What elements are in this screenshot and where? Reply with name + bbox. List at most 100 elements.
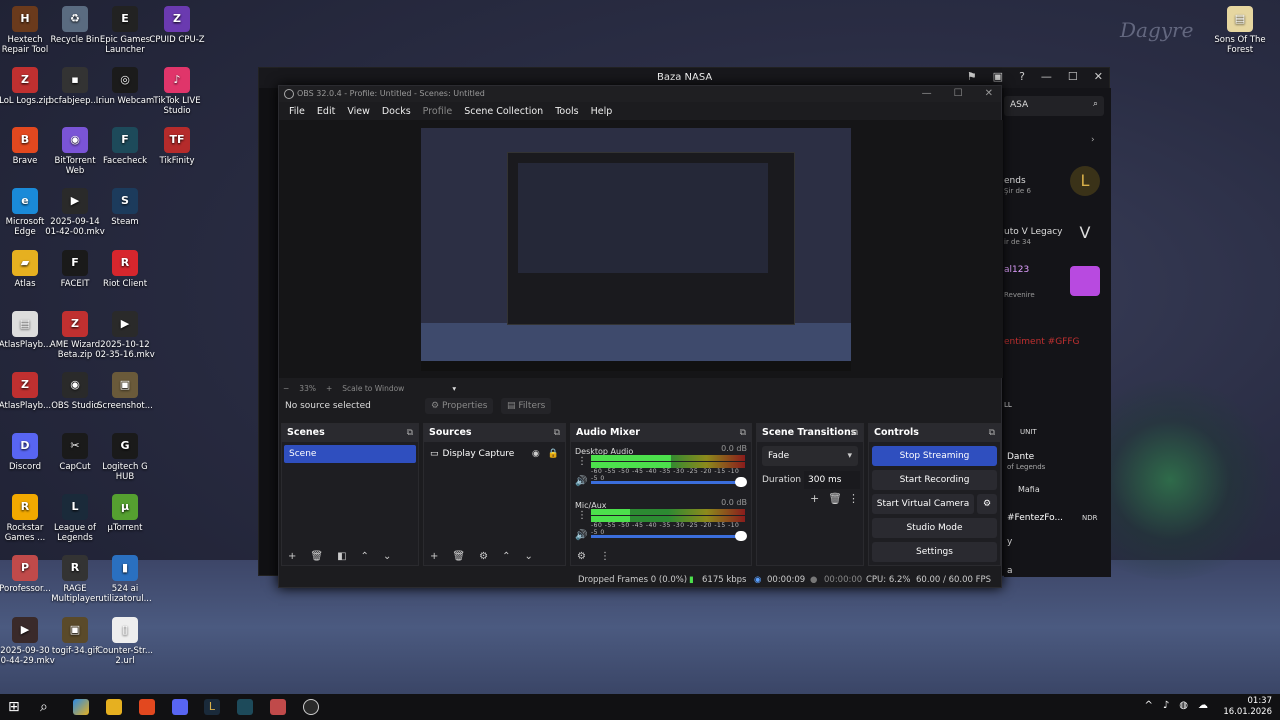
eye-icon[interactable]: ◉ [532,445,540,463]
desktop-icon[interactable]: Z CPUID CPU-Z [147,6,207,45]
chevron-down-icon[interactable]: ⌄ [383,551,391,562]
gear-icon[interactable]: ⚙ [479,551,488,562]
preview-canvas[interactable] [421,128,851,371]
menu-tools[interactable]: Tools [549,106,584,117]
menu-docks[interactable]: Docks [376,106,417,117]
scale-to-window-label[interactable]: Scale to Window [342,384,404,393]
volume-slider-knob[interactable] [735,477,747,487]
maximize-button[interactable]: ☐ [1068,70,1078,83]
more-icon[interactable]: ⋮ [577,510,587,521]
speaker-icon[interactable]: 🔊 [575,530,587,541]
trash-icon[interactable]: 🗑 [310,551,323,562]
desktop-icon[interactable]: R Riot Client [95,250,155,289]
help-icon[interactable]: ? [1019,70,1025,83]
trash-icon[interactable]: 🗑 [452,551,465,562]
zoom-out-button[interactable]: − [283,384,289,393]
porofessor-icon[interactable] [270,699,286,715]
gear-icon[interactable]: ⚙ [577,551,586,562]
chevron-up-icon[interactable]: ⌃ [502,551,510,562]
chevron-right-icon[interactable]: › [1091,135,1198,145]
obs-icon[interactable] [303,699,319,715]
league-icon[interactable]: L [204,699,220,715]
facecheck-icon[interactable] [237,699,253,715]
desktop-icon[interactable]: ▮ 524 ai utilizatorul... [95,555,155,604]
chevron-down-icon[interactable]: ▾ [452,384,456,393]
close-button[interactable]: ✕ [985,86,993,102]
desktop-icon[interactable]: ▶ 2025-10-12 02-35-16.mkv [95,311,155,360]
start-recording-button[interactable]: Start Recording [872,470,997,490]
desktop-icon[interactable]: S Steam [95,188,155,227]
desktop-icon[interactable]: ▤ Sons Of The Forest [1210,6,1270,55]
menu-help[interactable]: Help [585,106,619,117]
obs-titlebar[interactable]: OBS 32.0.4 - Profile: Untitled - Scenes:… [279,86,1001,102]
lock-icon[interactable]: 🔒 [548,445,559,463]
desktop-icon[interactable]: ▯ Counter-Str... 2.url [95,617,155,666]
properties-button[interactable]: ⚙ Properties [425,398,494,414]
discord-icon[interactable] [172,699,188,715]
copilot-icon[interactable] [73,699,89,715]
volume-slider[interactable] [591,477,747,487]
search-icon[interactable]: ⌕ [40,699,56,715]
side-item-6[interactable]: entiment #GFFG [1004,337,1111,347]
inbox-icon[interactable]: ▣ [993,70,1003,83]
flag-icon[interactable]: ⚑ [967,70,977,83]
dock-popout-icon[interactable]: ⧉ [989,424,995,442]
dock-popout-icon[interactable]: ⧉ [407,424,413,442]
speaker-icon[interactable]: 🔊 [575,476,587,487]
minimize-button[interactable]: — [922,86,932,102]
file-explorer-icon[interactable] [106,699,122,715]
clock-date[interactable]: 16.01.2026 [1223,707,1272,718]
add-icon[interactable]: + [288,551,296,562]
volume-slider[interactable] [591,531,747,541]
filter-icon[interactable]: ◧ [337,551,346,562]
scene-item[interactable]: Scene [284,445,416,463]
desktop-icon[interactable]: E Epic Games Launcher [95,6,155,55]
volume-slider-knob[interactable] [735,531,747,541]
gear-icon[interactable]: ⚙ [977,494,997,514]
desktop-icon[interactable]: F Facecheck [95,127,155,166]
tray-icons[interactable]: ^♪◍☁ [1145,700,1219,711]
studio-mode-button[interactable]: Studio Mode [872,518,997,538]
settings-button[interactable]: Settings [872,542,997,562]
menu-view[interactable]: View [341,106,376,117]
menu-scene-collection[interactable]: Scene Collection [458,106,549,117]
desktop-icon[interactable]: G Logitech G HUB [95,433,155,482]
menu-file[interactable]: File [283,106,311,117]
obs-window[interactable]: OBS 32.0.4 - Profile: Untitled - Scenes:… [278,85,1003,588]
dock-popout-icon[interactable]: ⧉ [740,424,746,442]
add-icon[interactable]: + [810,492,819,505]
preview-area[interactable]: − 33% + Scale to Window ▾ [279,120,1003,393]
start-virtual-camera-button[interactable]: Start Virtual Camera [872,494,974,514]
more-icon[interactable]: ⋮ [848,492,859,505]
dock-popout-icon[interactable]: ⧉ [852,424,858,442]
more-icon[interactable]: ⋮ [600,551,610,562]
search-field[interactable]: ASA ⌕ [1004,96,1104,116]
stop-streaming-button[interactable]: Stop Streaming [872,446,997,466]
desktop-icon[interactable]: µ µTorrent [95,494,155,533]
desktop-icon[interactable]: ◎ Iriun Webcam [95,67,155,106]
chevron-up-icon[interactable]: ⌃ [361,551,369,562]
clock-time[interactable]: 01:37 [1223,696,1273,707]
desktop-icon[interactable]: TF TikFinity [147,127,207,166]
zoom-in-button[interactable]: + [326,384,332,393]
close-button[interactable]: ✕ [1094,70,1103,83]
search-icon[interactable]: ⌕ [1093,99,1098,109]
desktop-icon[interactable]: ♪ TikTok LIVE Studio [147,67,207,116]
source-item[interactable]: ▭ Display Capture ◉ 🔒 [428,445,561,463]
desktop-icon[interactable]: ▣ Screenshot... [95,372,155,411]
start-button[interactable]: ⊞ [8,699,24,715]
maximize-button[interactable]: ☐ [954,86,963,102]
more-icon[interactable]: ⋮ [577,456,587,467]
trash-icon[interactable]: 🗑 [828,492,842,505]
transition-select[interactable]: Fade ▾ [762,446,858,466]
brave-icon[interactable] [139,699,155,715]
menu-profile[interactable]: Profile [417,106,459,117]
side-item-9[interactable]: Dante [1007,452,1114,462]
filters-button[interactable]: ▤ Filters [501,398,552,414]
minimize-button[interactable]: — [1041,70,1052,83]
chevron-down-icon[interactable]: ⌄ [524,551,532,562]
menu-edit[interactable]: Edit [311,106,341,117]
dock-popout-icon[interactable]: ⧉ [554,424,560,442]
add-icon[interactable]: + [430,551,438,562]
duration-input[interactable]: 300 ms [804,471,860,489]
